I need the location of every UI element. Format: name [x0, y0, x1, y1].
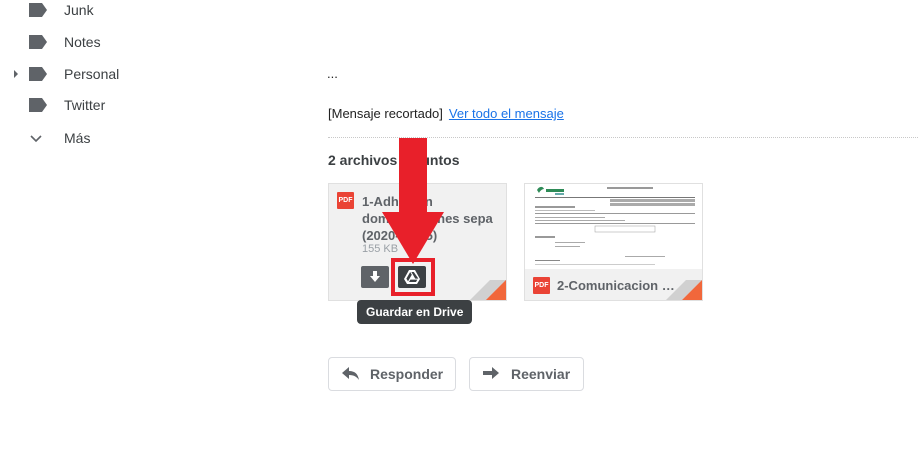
label-icon	[29, 35, 47, 49]
sidebar-item-label: Más	[64, 130, 91, 146]
forward-label: Reenviar	[511, 366, 571, 382]
sidebar-item-label: Junk	[64, 2, 94, 18]
view-full-message-link[interactable]: Ver todo el mensaje	[449, 106, 564, 121]
reply-button[interactable]: Responder	[328, 357, 456, 391]
page-fold-icon	[666, 280, 702, 300]
chevron-down-icon	[30, 135, 42, 143]
sidebar: Junk Notes Personal Twitter Más	[0, 0, 300, 467]
annotation-highlight-box	[391, 258, 435, 296]
sidebar-item-junk[interactable]: Junk	[0, 0, 280, 26]
forward-button[interactable]: Reenviar	[469, 357, 584, 391]
label-icon	[29, 98, 47, 112]
download-button[interactable]	[361, 266, 389, 288]
annotation-arrow	[382, 138, 444, 264]
clipped-text: [Mensaje recortado]	[328, 106, 443, 121]
sidebar-item-personal[interactable]: Personal	[0, 58, 280, 90]
trimmed-content-ellipsis[interactable]: ...	[327, 66, 338, 81]
label-icon	[29, 3, 47, 17]
pdf-icon: PDF	[337, 192, 354, 209]
document-thumbnail	[525, 184, 702, 269]
reply-label: Responder	[370, 366, 444, 382]
pdf-icon: PDF	[533, 277, 550, 294]
sidebar-item-notes[interactable]: Notes	[0, 26, 280, 58]
label-icon	[29, 67, 47, 81]
clipped-message-notice: [Mensaje recortado] Ver todo el mensaje	[328, 106, 564, 121]
attachment-card[interactable]: PDF 2-Comunicacion de...	[524, 183, 703, 301]
sidebar-item-twitter[interactable]: Twitter	[0, 89, 280, 121]
expand-arrow-icon[interactable]	[12, 69, 20, 79]
reply-icon	[342, 367, 359, 380]
document-preview-image	[535, 186, 695, 265]
forward-icon	[483, 367, 499, 379]
sidebar-item-more[interactable]: Más	[0, 122, 280, 154]
page-fold-icon	[470, 280, 506, 300]
tooltip: Guardar en Drive	[357, 300, 473, 324]
sidebar-item-label: Notes	[64, 34, 101, 50]
download-icon	[370, 271, 380, 282]
attachment-name: 2-Comunicacion de...	[557, 278, 677, 293]
sidebar-item-label: Twitter	[64, 97, 106, 113]
sidebar-item-label: Personal	[64, 66, 120, 82]
